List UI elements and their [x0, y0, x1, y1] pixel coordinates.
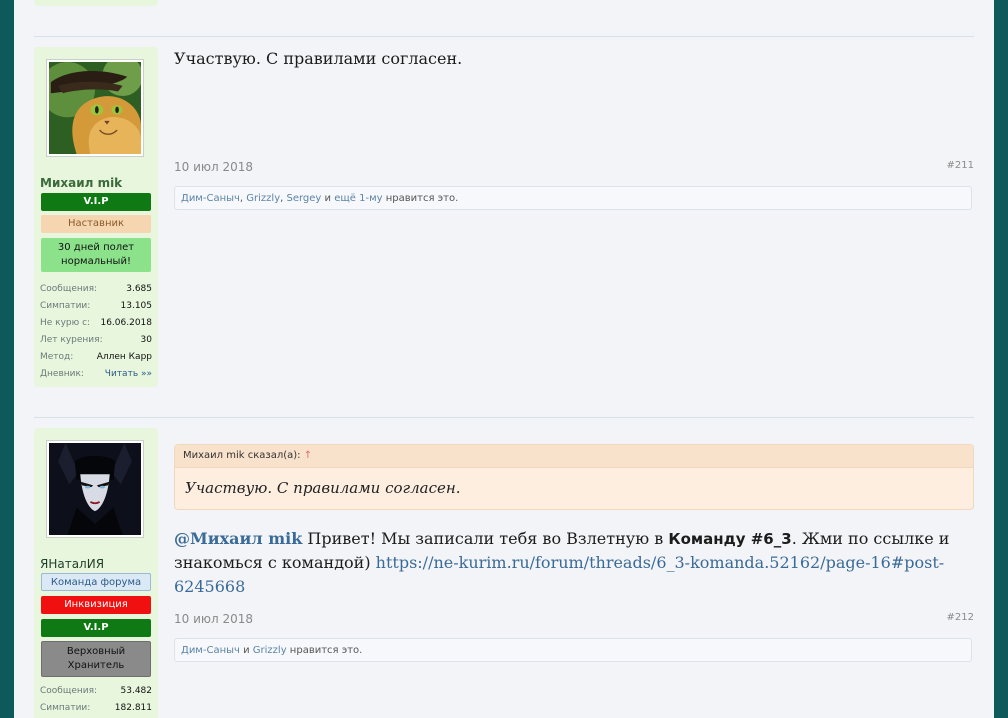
post-number[interactable]: #212	[947, 612, 974, 623]
stat-row: Симпатии: 13.105	[40, 301, 152, 318]
thread-page: Михаил mik V.I.P Наставник 30 дней полет…	[14, 0, 994, 718]
quote-author: Михаил mik сказал(а):	[183, 450, 301, 461]
liker-link[interactable]: Дим-Саныч	[181, 645, 240, 656]
stat-row: Не курю с: 16.06.2018	[40, 318, 152, 335]
team-banner: Команда форума	[41, 573, 151, 591]
liker-link[interactable]: Дим-Саныч	[181, 193, 240, 204]
likes-more-link[interactable]: ещё 1-му	[334, 193, 382, 204]
message-text: @Михаил mik Привет! Мы записали тебя во …	[174, 527, 954, 599]
vip-banner: V.I.P	[41, 619, 151, 637]
post-divider	[34, 36, 974, 37]
username[interactable]: Михаил mik	[40, 176, 122, 190]
likes-summary: Дим-Саныч и Grizzly нравится это.	[174, 638, 972, 662]
liker-link[interactable]: Grizzly	[253, 645, 287, 656]
mentor-banner: Наставник	[41, 215, 151, 233]
stat-label: Дневник:	[40, 369, 84, 379]
stat-value: 182.811	[114, 703, 152, 713]
avatar[interactable]	[46, 59, 144, 157]
stat-label: Симпатии:	[40, 703, 91, 713]
user-stats: Сообщения: 53.482 Симпатии: 182.811	[40, 686, 152, 718]
previous-post-user-column	[34, 0, 158, 6]
stat-row: Лет курения: 30	[40, 335, 152, 352]
likes-suffix: нравится это.	[286, 645, 363, 656]
user-stats: Сообщения: 3.685 Симпатии: 13.105 Не курю …	[40, 284, 152, 386]
team-name: Команду #6_3	[668, 530, 792, 548]
days-banner: 30 дней полет нормальный!	[41, 238, 151, 272]
stat-row: Сообщения: 3.685	[40, 284, 152, 301]
stat-value: 3.685	[126, 284, 152, 294]
likes-suffix: нравится это.	[382, 193, 459, 204]
post-divider	[34, 417, 974, 418]
post-212-user-info: ЯНаталИЯ Команда форума Инквизиция V.I.P…	[34, 428, 158, 718]
arrow-up-icon[interactable]: ↑	[304, 450, 312, 461]
stat-label: Не курю с:	[40, 318, 91, 328]
likes-and: и	[321, 193, 335, 204]
message-text: Участвую. С правилами согласен.	[174, 49, 463, 68]
stat-row: Дневник: Читать »»	[40, 369, 152, 386]
message-part: Привет! Мы записали тебя во Взлетную в	[302, 529, 669, 548]
diary-link[interactable]: Читать »»	[105, 369, 152, 379]
quote-block: Михаил mik сказал(а): ↑ Участвую. С прав…	[174, 444, 974, 510]
stat-value: 16.06.2018	[100, 318, 152, 328]
stat-label: Сообщения:	[40, 284, 98, 294]
stat-value: Аллен Карр	[96, 352, 152, 362]
stat-row: Метод: Аллен Карр	[40, 352, 152, 369]
woman-avatar-icon	[49, 443, 141, 535]
post-date[interactable]: 10 июл 2018	[174, 612, 253, 626]
quote-text: Участвую. С правилами согласен.	[185, 479, 461, 497]
avatar[interactable]	[46, 440, 144, 538]
post-212-content: @Михаил mik Привет! Мы записали тебя во …	[174, 527, 954, 599]
stat-value: 53.482	[120, 686, 153, 696]
stat-label: Метод:	[40, 352, 74, 362]
stat-label: Сообщения:	[40, 686, 98, 696]
likes-and: и	[239, 645, 253, 656]
post-211-content: Участвую. С правилами согласен.	[174, 47, 974, 71]
inquisition-banner: Инквизиция	[41, 596, 151, 614]
stat-label: Лет курения:	[40, 335, 103, 345]
post-211-user-info: Михаил mik V.I.P Наставник 30 дней полет…	[34, 47, 158, 387]
stat-label: Симпатии:	[40, 301, 91, 311]
username[interactable]: ЯНаталИЯ	[40, 557, 104, 571]
post-number[interactable]: #211	[947, 160, 974, 171]
cat-avatar-icon	[49, 62, 141, 154]
liker-link[interactable]: Grizzly	[246, 193, 280, 204]
stat-value: 30	[140, 335, 152, 345]
stat-value: 13.105	[120, 301, 153, 311]
keeper-banner: Верховный Хранитель	[41, 641, 151, 677]
liker-link[interactable]: Sergey	[286, 193, 321, 204]
quote-header: Михаил mik сказал(а): ↑	[175, 445, 973, 468]
user-mention-link[interactable]: @Михаил mik	[174, 529, 302, 548]
post-date[interactable]: 10 июл 2018	[174, 160, 253, 174]
likes-summary: Дим-Саныч, Grizzly, Sergey и ещё 1-му нр…	[174, 186, 972, 210]
vip-banner: V.I.P	[41, 193, 151, 211]
stat-row: Симпатии: 182.811	[40, 703, 152, 718]
stat-row: Сообщения: 53.482	[40, 686, 152, 703]
